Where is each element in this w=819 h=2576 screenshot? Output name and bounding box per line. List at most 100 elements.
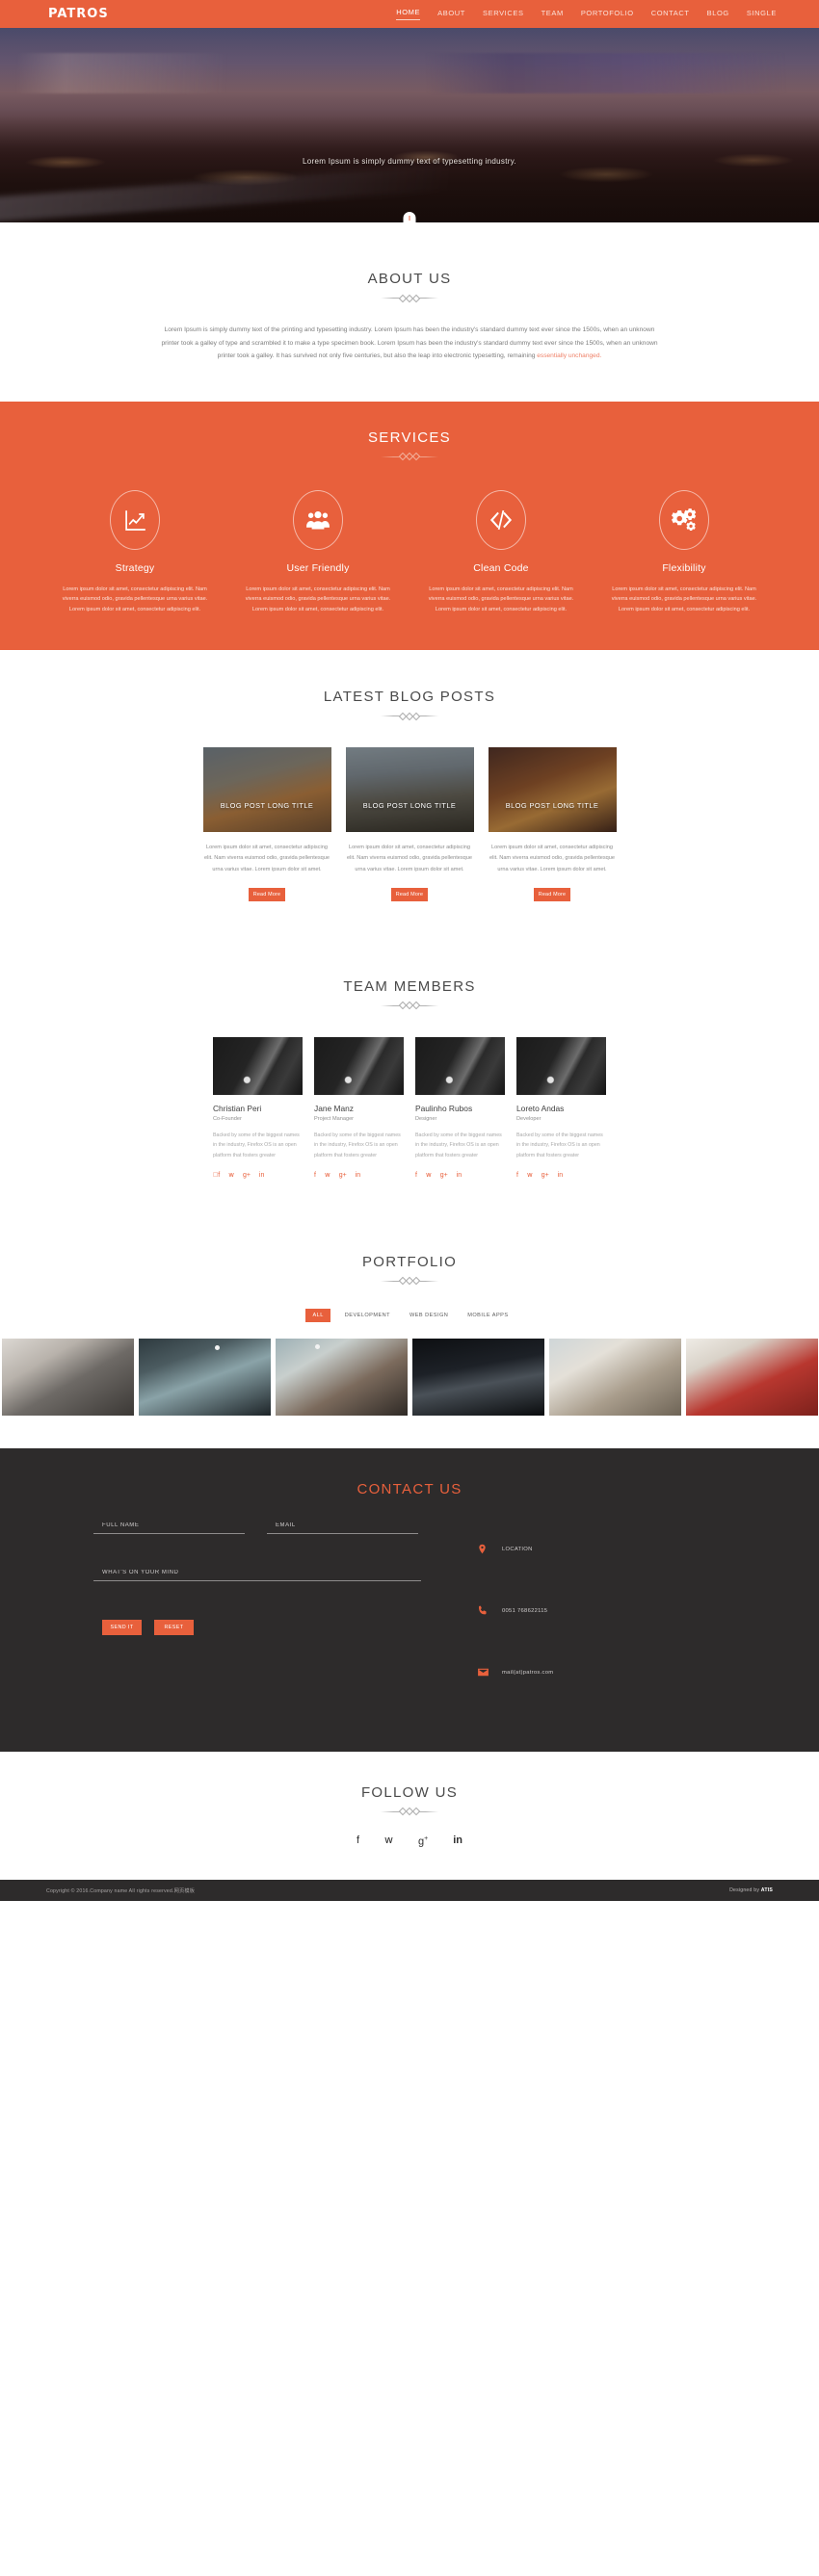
facebook-icon[interactable]: f xyxy=(213,1172,220,1179)
portfolio-item[interactable] xyxy=(1,1338,134,1416)
twitter-icon[interactable]: 𝗐 xyxy=(228,1172,234,1179)
landing-page: PATROS HOME ABOUT SERVICES TEAM PORTOFOL… xyxy=(0,0,819,1902)
phone-icon xyxy=(477,1604,502,1619)
portfolio-item[interactable] xyxy=(685,1338,818,1416)
nav-item-about[interactable]: ABOUT xyxy=(437,9,465,20)
nav-item-portofolio[interactable]: PORTOFOLIO xyxy=(581,9,634,20)
contact-phone-text: 0051 768622115 xyxy=(502,1608,548,1615)
chart-line-icon xyxy=(110,489,160,550)
portfolio-item[interactable] xyxy=(548,1338,681,1416)
twitter-icon[interactable]: 𝗐 xyxy=(384,1834,393,1848)
message-input[interactable] xyxy=(93,1569,421,1581)
linkedin-icon[interactable]: in xyxy=(259,1172,264,1179)
nav-item-home[interactable]: HOME xyxy=(396,8,421,20)
contact-phone: 0051 768622115 xyxy=(477,1590,553,1633)
nav-item-blog[interactable]: BLOG xyxy=(707,9,729,20)
google-plus-icon[interactable]: g+ xyxy=(418,1835,428,1848)
filter-mobile-apps[interactable]: MOBILE APPS xyxy=(462,1309,513,1322)
gears-icon xyxy=(659,489,709,550)
blog-thumbnail[interactable]: BLOG POST LONG TITLE xyxy=(345,747,474,833)
contact-email: mail(at)patros.com xyxy=(477,1652,553,1695)
filter-all[interactable]: ALL xyxy=(305,1308,330,1322)
filter-development[interactable]: DEVELOPMENT xyxy=(340,1309,395,1322)
team-member-card: Paulinho Rubos Designer Backed by some o… xyxy=(415,1036,505,1179)
member-bio: Backed by some of the biggest names in t… xyxy=(314,1132,401,1159)
team-section: TEAM MEMBERS Christian Peri Co-Founder B… xyxy=(0,943,819,1219)
facebook-icon[interactable]: f xyxy=(314,1172,316,1179)
nav-item-single[interactable]: SINGLE xyxy=(747,9,777,20)
google-plus-icon[interactable]: g+ xyxy=(243,1172,251,1179)
form-row xyxy=(93,1522,421,1534)
read-more-button[interactable]: Read More xyxy=(391,887,428,901)
highlight-dot xyxy=(214,1344,220,1350)
nav-item-services[interactable]: SERVICES xyxy=(483,9,524,20)
twitter-icon[interactable]: 𝗐 xyxy=(527,1172,533,1179)
avatar xyxy=(415,1036,505,1095)
blog-post-title: BLOG POST LONG TITLE xyxy=(505,801,599,811)
fullname-input[interactable] xyxy=(93,1522,245,1534)
map-pin-icon xyxy=(477,1543,502,1557)
portfolio-item[interactable] xyxy=(138,1338,271,1416)
facebook-icon[interactable]: f xyxy=(516,1172,518,1179)
about-section: ABOUT US Lorem Ipsum is simply dummy tex… xyxy=(0,222,819,402)
send-it-button[interactable]: SEND IT xyxy=(102,1619,142,1635)
google-plus-icon[interactable]: g+ xyxy=(339,1172,347,1179)
team-grid: Christian Peri Co-Founder Backed by some… xyxy=(0,1036,819,1179)
linkedin-icon[interactable]: in xyxy=(356,1172,360,1179)
nav-item-team[interactable]: TEAM xyxy=(542,9,564,20)
filter-web-design[interactable]: WEB DESIGN xyxy=(405,1309,453,1322)
divider-ornament xyxy=(381,452,438,461)
mouse-scroll-icon[interactable] xyxy=(403,212,416,222)
main-nav: HOME ABOUT SERVICES TEAM PORTOFOLIO CONT… xyxy=(396,8,777,20)
member-name: Jane Manz xyxy=(314,1103,354,1113)
member-bio: Backed by some of the biggest names in t… xyxy=(415,1132,502,1159)
portfolio-item[interactable] xyxy=(411,1338,544,1416)
facebook-icon[interactable]: f xyxy=(357,1834,359,1848)
divider-ornament xyxy=(381,1002,438,1010)
google-plus-icon[interactable]: g+ xyxy=(542,1172,549,1179)
linkedin-icon[interactable]: in xyxy=(558,1172,563,1179)
contact-location-text: LOCATION xyxy=(502,1547,533,1553)
member-name: Paulinho Rubos xyxy=(415,1103,473,1113)
member-socials: f 𝗐 g+ in xyxy=(213,1172,303,1179)
twitter-icon[interactable]: 𝗐 xyxy=(426,1172,432,1179)
service-card-flexibility: Flexibility Lorem ipsum dolor sit amet, … xyxy=(593,489,776,616)
contact-form: SEND IT RESET xyxy=(93,1522,421,1713)
read-more-button[interactable]: Read More xyxy=(249,887,285,901)
blog-card: BLOG POST LONG TITLE Lorem ipsum dolor s… xyxy=(488,747,617,901)
member-role: Project Manager xyxy=(314,1115,355,1122)
blog-title: LATEST BLOG POSTS xyxy=(323,689,496,706)
portfolio-item[interactable] xyxy=(275,1338,408,1416)
blog-post-title: BLOG POST LONG TITLE xyxy=(220,801,314,811)
portfolio-title: PORTFOLIO xyxy=(361,1253,458,1270)
service-card-strategy: Strategy Lorem ipsum dolor sit amet, con… xyxy=(43,489,226,616)
blog-card: BLOG POST LONG TITLE Lorem ipsum dolor s… xyxy=(202,747,331,901)
services-grid: Strategy Lorem ipsum dolor sit amet, con… xyxy=(0,489,819,616)
hero-banner: Lorem Ipsum is simply dummy text of type… xyxy=(0,28,819,222)
linkedin-icon[interactable]: in xyxy=(453,1834,462,1848)
google-plus-icon[interactable]: g+ xyxy=(440,1172,448,1179)
credit-prefix: Designed by xyxy=(729,1887,761,1894)
twitter-icon[interactable]: 𝗐 xyxy=(325,1172,330,1179)
facebook-icon[interactable]: f xyxy=(415,1172,417,1179)
envelope-icon xyxy=(477,1666,502,1680)
divider-ornament xyxy=(381,294,438,302)
contact-body: SEND IT RESET LOCATION 0051 768622115 xyxy=(0,1522,819,1713)
services-title: SERVICES xyxy=(368,429,451,446)
linkedin-icon[interactable]: in xyxy=(457,1172,462,1179)
member-role: Co-Founder xyxy=(213,1115,242,1122)
portfolio-grid xyxy=(0,1338,819,1416)
service-title: Clean Code xyxy=(473,561,529,574)
nav-item-contact[interactable]: CONTACT xyxy=(651,9,690,20)
blog-thumbnail[interactable]: BLOG POST LONG TITLE xyxy=(202,747,331,833)
service-title: Flexibility xyxy=(662,561,706,574)
hero-caption: Lorem Ipsum is simply dummy text of type… xyxy=(303,157,516,166)
email-input[interactable] xyxy=(267,1522,418,1534)
blog-thumbnail[interactable]: BLOG POST LONG TITLE xyxy=(488,747,617,833)
brand-logo[interactable]: PATROS xyxy=(48,8,109,20)
credit-name: ATIS xyxy=(760,1887,773,1894)
code-brackets-icon xyxy=(476,489,526,550)
reset-button[interactable]: RESET xyxy=(154,1619,194,1635)
blog-excerpt: Lorem ipsum dolor sit amet, consectetur … xyxy=(347,845,472,872)
read-more-button[interactable]: Read More xyxy=(534,887,570,901)
